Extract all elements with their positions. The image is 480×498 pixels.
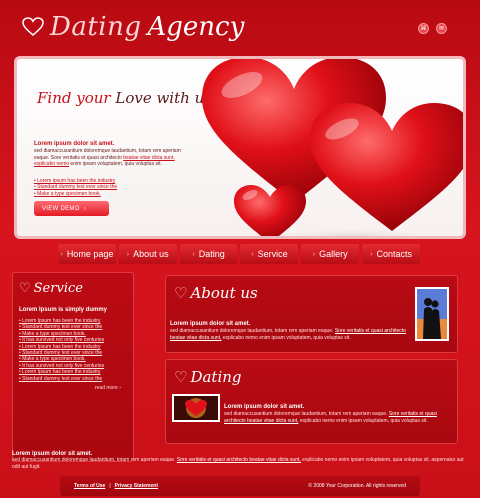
about-title: ♡ About us (174, 284, 258, 302)
nav-item-dating[interactable]: › Dating (179, 244, 238, 264)
hero-tagline: Find your Love with us! (37, 89, 218, 107)
service-heading: Lorem Ipsum is simply dummy (19, 307, 108, 313)
dating-title: ♡ Dating (174, 368, 242, 386)
chevron-right-icon: › (126, 250, 130, 258)
about-title-text: About us (190, 284, 258, 302)
heart-outline-icon: ♡ (174, 284, 188, 302)
bottom-text: Lorem ipsum dolor sit amet. sed diamaccu… (12, 451, 464, 471)
terms-of-use-link[interactable]: Terms of Use (74, 483, 105, 489)
nav-label: Gallery (319, 249, 348, 259)
chevron-right-icon: › (60, 250, 63, 258)
bottom-para-text: sed diamaccusantium doloremque laudantiu… (12, 457, 176, 463)
dating-panel: ♡ Dating Lorem ipsum dolor sit amet. sed … (165, 359, 458, 444)
hearts-illustration (202, 59, 463, 236)
view-demo-button[interactable]: VIEW DEMO › (34, 201, 109, 216)
nav-label: About us (133, 249, 169, 259)
hero-heading: Lorem ipsum dolor sit amet. (34, 141, 115, 147)
nav-item-home-page[interactable]: › Home page (58, 244, 116, 264)
hero-para-text-2: enim ipsam voluptatem, quia voluptas sit… (70, 161, 162, 168)
tagline-part-1: Find your (37, 89, 111, 107)
about-para-text: sed diamaccusantium doloremque laudantiu… (170, 328, 334, 334)
logo-word-1: Dating (50, 12, 142, 42)
dating-para-text: sed diamaccusantium doloremque laudantiu… (224, 411, 388, 417)
footer: Terms of Use | Privacy Statement © 2008 … (60, 476, 420, 496)
dating-photo (172, 394, 220, 422)
dating-title-text: Dating (190, 368, 242, 386)
service-link[interactable]: Standard dummy text ever since the (19, 376, 131, 382)
logo-word-2: Agency (147, 12, 245, 42)
about-paragraph: sed diamaccusantium doloremque laudantiu… (170, 328, 406, 341)
hero-link[interactable]: Make a type specimen book. (34, 191, 117, 197)
service-list: Lorem Ipsum has been the industry Standa… (19, 318, 131, 382)
arrow-right-icon: › (119, 385, 121, 391)
heart-outline-icon: ♡ (174, 368, 188, 386)
couple-silhouette-icon (417, 289, 447, 339)
footer-links: Terms of Use | Privacy Statement (74, 483, 158, 489)
dating-heading: Lorem ipsum dolor sit amet. (224, 404, 305, 410)
hero-link[interactable]: Standard dummy text ever since the (34, 184, 117, 190)
read-more-label: read more (95, 385, 118, 391)
read-more-link[interactable]: read more › (95, 385, 121, 391)
footer-separator: | (109, 483, 111, 489)
chevron-right-icon: › (251, 250, 254, 258)
service-title-text: Service (33, 281, 83, 296)
hero-paragraph: sed diamaccusantium doloremque laudantiu… (34, 148, 189, 168)
about-panel: ♡ About us Lorem ipsum dolor sit amet. se… (165, 275, 458, 353)
nav-label: Service (257, 249, 288, 259)
dating-para-text-2: explicabo nemo enim ipsam voluptatem, qu… (299, 417, 428, 424)
hero-link-list: Lorem ipsum has been the industry Standa… (34, 178, 117, 197)
nav-label: Home page (66, 249, 114, 259)
heart-outline-icon: ♡ (19, 281, 31, 296)
service-title: ♡ Service (19, 281, 83, 296)
heart-outline-icon (22, 17, 44, 36)
nav-label: Contacts (376, 249, 412, 259)
bottom-paragraph: sed diamaccusantium doloremque laudantiu… (12, 457, 464, 471)
chevron-right-icon: › (370, 250, 373, 258)
nav-label: Dating (198, 249, 225, 259)
hero-banner: Find your Love with us! Lorem ipsum dolo… (14, 56, 466, 239)
about-para-text-2: explicabo nemo enim ipsam voluptatem, qu… (222, 334, 351, 341)
view-demo-label: VIEW DEMO (42, 205, 80, 212)
copyright-text: © 2008 Your Corporation. All rights rese… (308, 483, 406, 489)
chevron-right-icon: › (192, 250, 195, 258)
main-nav: › Home page › About us › Dating › Service › G… (58, 244, 420, 264)
nav-item-about-us[interactable]: › About us (118, 244, 177, 264)
heart-photo-icon (174, 396, 218, 420)
privacy-statement-link[interactable]: Privacy Statement (115, 483, 158, 489)
about-heading: Lorem ipsum dolor sit amet. (170, 321, 251, 327)
dating-paragraph: sed diamaccusantium doloremque laudantiu… (224, 411, 450, 424)
site-logo[interactable]: Dating Agency (22, 10, 244, 44)
bookmark-icon[interactable]: ✉ (436, 23, 447, 34)
arrow-right-icon: › (83, 205, 87, 212)
service-panel: ♡Service Lorem Ipsum is simply dummy Lor… (12, 272, 134, 462)
bottom-para-link[interactable]: Sore veritatis et quasi architecto beata… (177, 457, 301, 463)
rss-icon[interactable]: ⌘ (418, 23, 429, 34)
nav-item-contacts[interactable]: › Contacts (362, 244, 420, 264)
couple-photo (415, 287, 449, 341)
nav-item-gallery[interactable]: › Gallery (301, 244, 360, 264)
nav-item-service[interactable]: › Service (240, 244, 299, 264)
chevron-right-icon: › (312, 250, 316, 258)
